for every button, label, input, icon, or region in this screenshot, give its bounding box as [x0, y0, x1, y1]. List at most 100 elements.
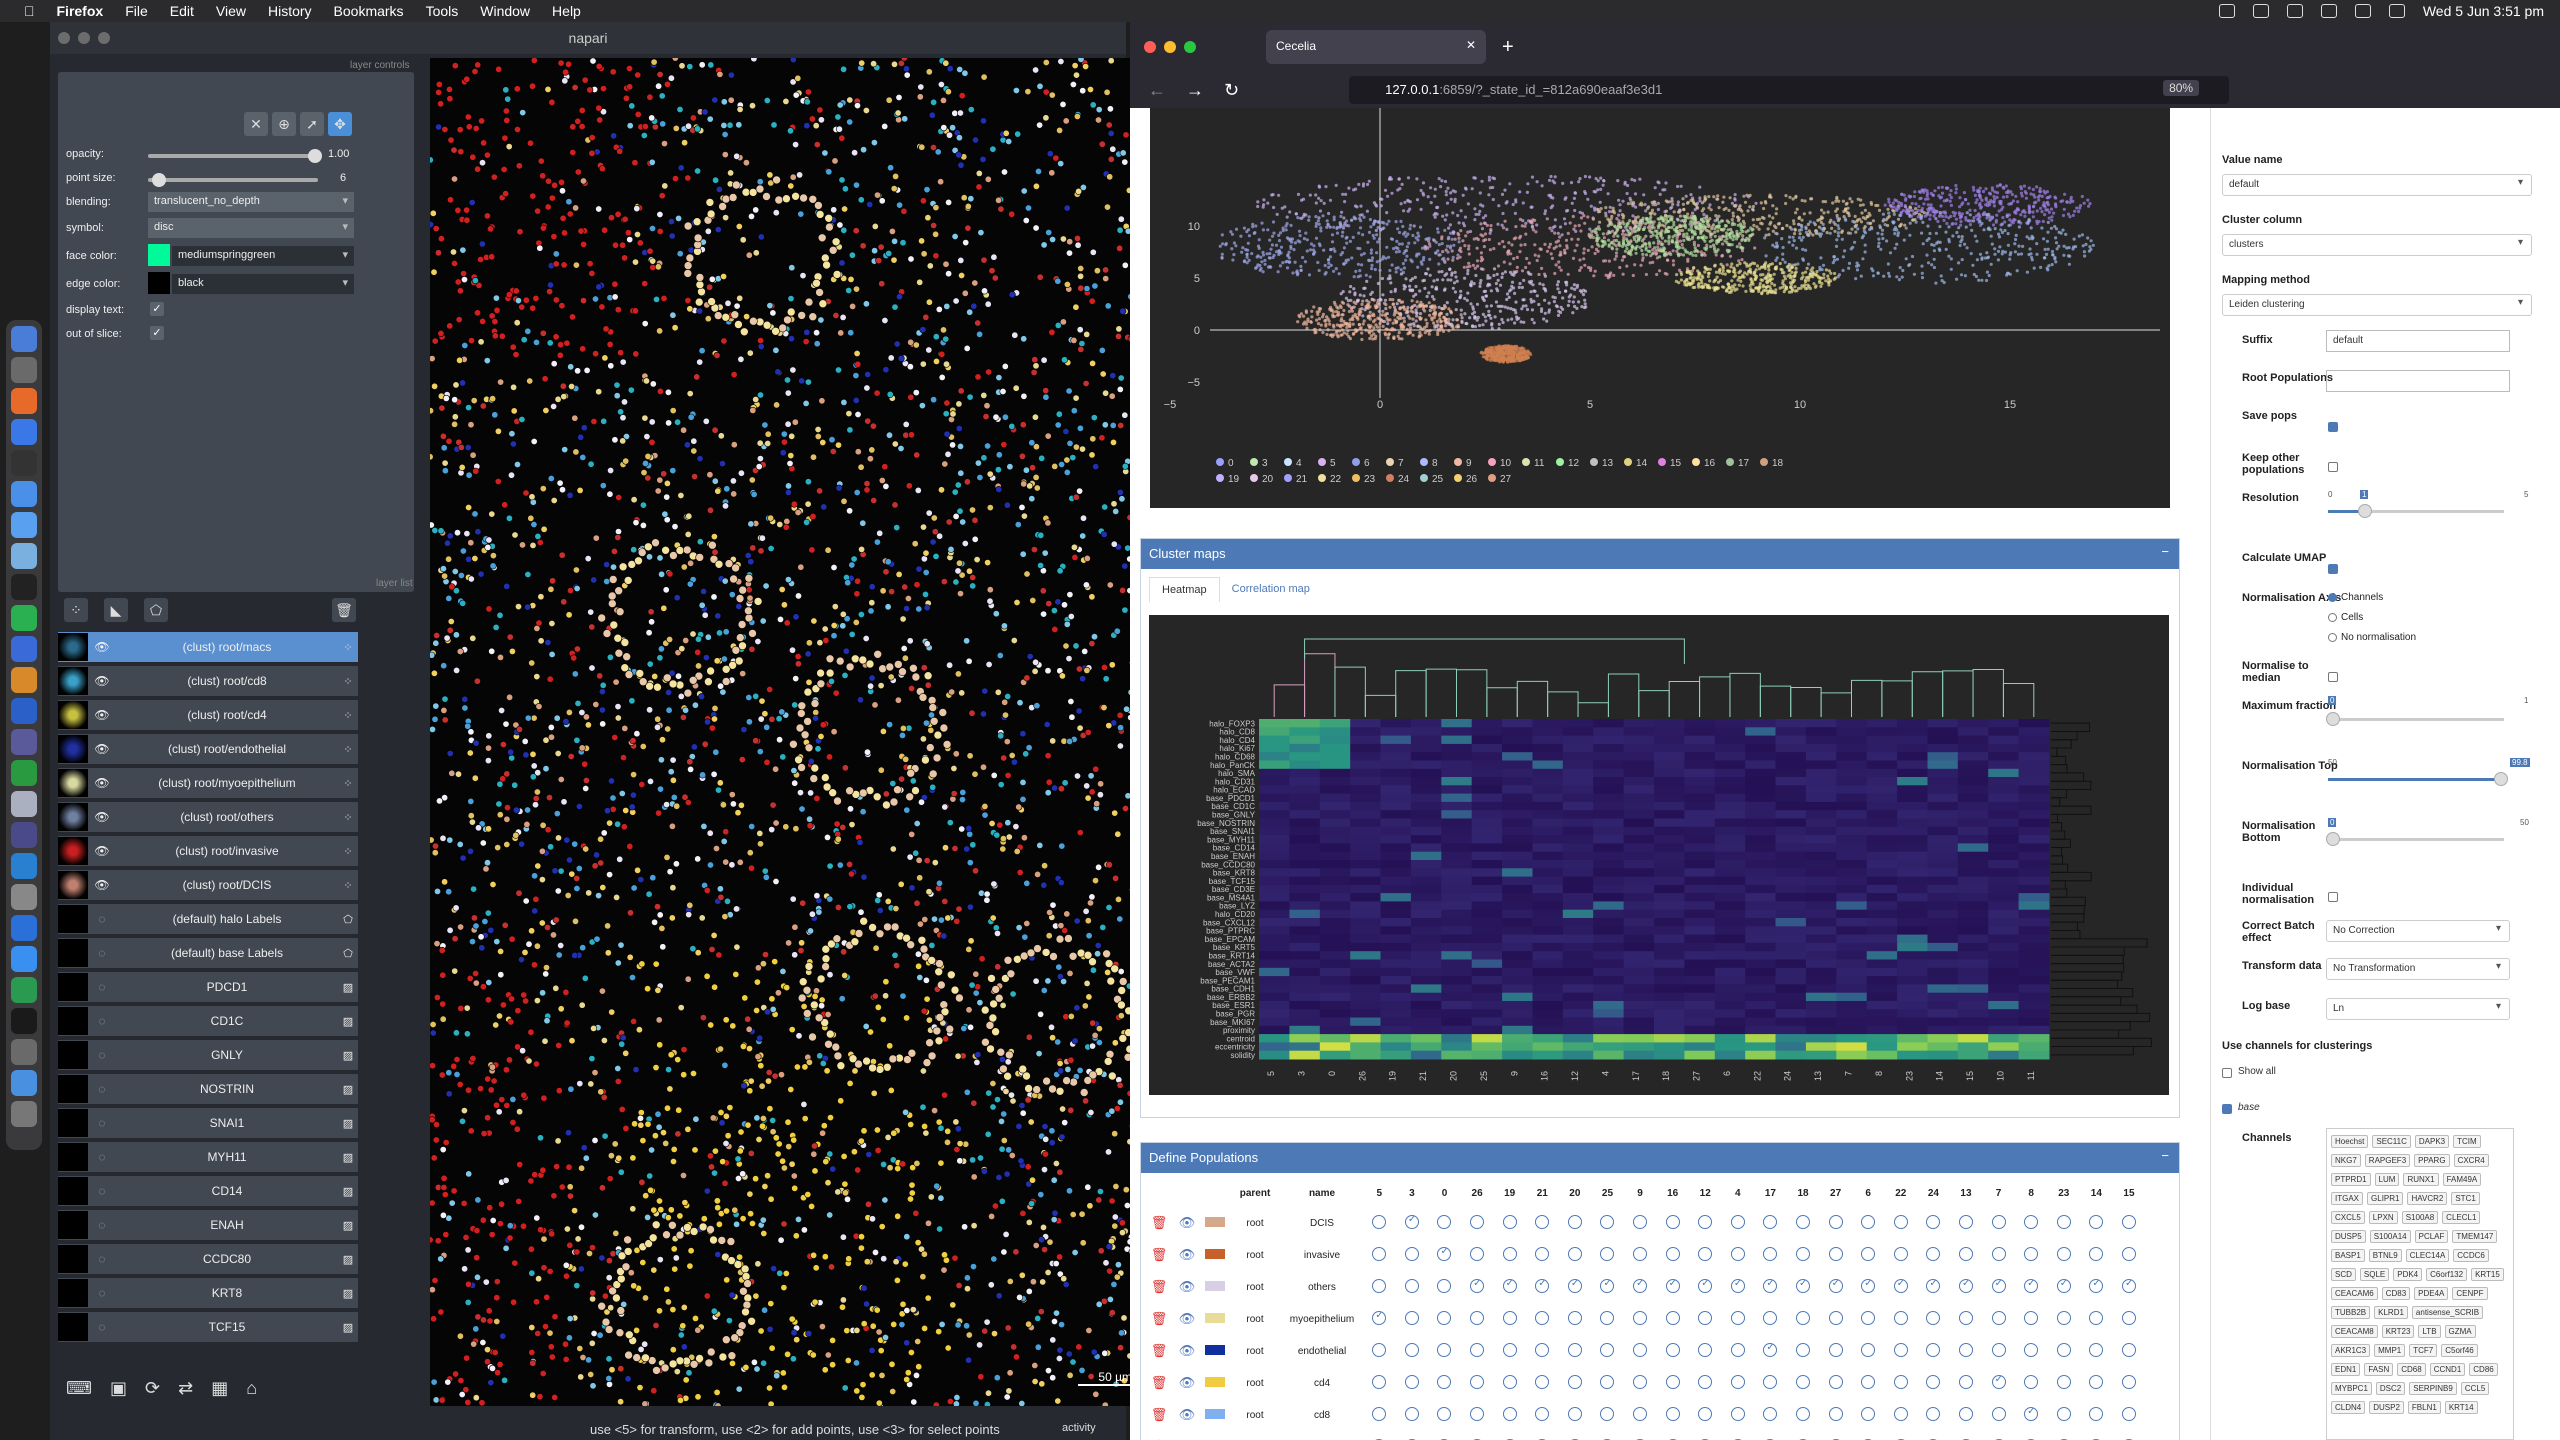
channels-list[interactable]: Hoechst SEC11C DAPK3 TCIMNKG7 RAPGEF3 PPARG CX…: [2326, 1128, 2514, 1440]
cluster-toggle[interactable]: [1372, 1406, 1387, 1421]
cluster-toggle[interactable]: [1796, 1278, 1811, 1293]
dock-app-icon[interactable]: [11, 853, 37, 879]
population-color-swatch[interactable]: [1205, 1376, 1225, 1387]
dock-app-icon[interactable]: [11, 729, 37, 755]
cluster-toggle[interactable]: [1535, 1374, 1550, 1389]
delete-points-icon[interactable]: ✕: [244, 112, 268, 136]
layer-name[interactable]: (clust) root/invasive: [116, 844, 338, 858]
norm-top-slider[interactable]: [2328, 772, 2508, 786]
channel-tag[interactable]: CXCL5: [2331, 1211, 2365, 1224]
layer-row[interactable]: ◌ SNAI1 ▨: [58, 1108, 358, 1138]
cluster-toggle[interactable]: [1926, 1278, 1941, 1293]
cluster-toggle[interactable]: [1861, 1246, 1876, 1261]
cluster-maps-header[interactable]: Cluster maps −: [1141, 539, 2179, 569]
point-size-slider-knob[interactable]: [152, 173, 166, 187]
channel-tag[interactable]: EDN1: [2331, 1363, 2361, 1376]
dock-app-icon[interactable]: [11, 791, 37, 817]
channel-tag[interactable]: PDE4A: [2414, 1287, 2449, 1300]
collapse-icon[interactable]: −: [2161, 1148, 2169, 1163]
dock-app-icon[interactable]: [11, 636, 37, 662]
channel-tag[interactable]: TCF7: [2409, 1344, 2438, 1357]
channel-tag[interactable]: DUSP5: [2331, 1230, 2366, 1243]
individual-norm-checkbox[interactable]: [2328, 892, 2338, 902]
layer-name[interactable]: GNLY: [116, 1048, 338, 1062]
cluster-toggle[interactable]: [1861, 1214, 1876, 1229]
cluster-toggle[interactable]: [2089, 1214, 2104, 1229]
layer-name[interactable]: PDCD1: [116, 980, 338, 994]
cluster-toggle[interactable]: [1730, 1406, 1745, 1421]
cluster-toggle[interactable]: [2121, 1310, 2136, 1325]
cluster-toggle[interactable]: [1698, 1406, 1713, 1421]
cluster-toggle[interactable]: [1828, 1214, 1843, 1229]
cluster-toggle[interactable]: [1600, 1214, 1615, 1229]
cluster-toggle[interactable]: [1437, 1342, 1452, 1357]
norm-axis-channels[interactable]: Channels: [2328, 592, 2383, 603]
cluster-toggle[interactable]: [1796, 1246, 1811, 1261]
cluster-toggle[interactable]: [1567, 1310, 1582, 1325]
transform-select[interactable]: No Transformation: [2326, 958, 2510, 980]
tab-correlation-map[interactable]: Correlation map: [1220, 577, 1322, 602]
dock-app-icon[interactable]: [11, 326, 37, 352]
opacity-slider[interactable]: [148, 149, 322, 163]
channel-tag[interactable]: SERPINB9: [2409, 1382, 2457, 1395]
dock-app-icon[interactable]: [11, 915, 37, 941]
dock-app-icon[interactable]: [11, 574, 37, 600]
home-icon[interactable]: ⌂: [246, 1378, 257, 1412]
channel-tag[interactable]: S100A14: [2369, 1230, 2411, 1243]
opacity-slider-knob[interactable]: [308, 149, 322, 163]
pan-zoom-icon[interactable]: ✥: [328, 112, 352, 136]
channel-tag[interactable]: TMEM147: [2452, 1230, 2498, 1243]
channel-tag[interactable]: CXCR4: [2453, 1154, 2489, 1167]
cluster-toggle[interactable]: [1437, 1406, 1452, 1421]
cluster-toggle[interactable]: [1470, 1278, 1485, 1293]
edge-color-field[interactable]: black: [172, 274, 354, 294]
channel-tag[interactable]: KRT15: [2471, 1268, 2504, 1281]
cluster-toggle[interactable]: [1470, 1246, 1485, 1261]
channel-tag[interactable]: RUNX1: [2403, 1173, 2439, 1186]
reload-icon[interactable]: ↻: [1224, 80, 1239, 101]
visibility-eye-icon[interactable]: 👁: [94, 742, 110, 756]
channel-tag[interactable]: ITGAX: [2331, 1192, 2364, 1205]
channel-tag[interactable]: LPXN: [2368, 1211, 2398, 1224]
channel-tag[interactable]: CCDC6: [2453, 1249, 2489, 1262]
cluster-toggle[interactable]: [1926, 1310, 1941, 1325]
cluster-toggle[interactable]: [1763, 1374, 1778, 1389]
wifi-icon[interactable]: [2320, 4, 2337, 18]
new-tab-icon[interactable]: +: [1502, 36, 1514, 59]
dock-app-icon[interactable]: [11, 1101, 37, 1127]
population-name[interactable]: DCIS: [1281, 1207, 1363, 1239]
dock-app-icon[interactable]: [11, 822, 37, 848]
channel-tag[interactable]: CCL5: [2460, 1382, 2490, 1395]
cluster-toggle[interactable]: [1698, 1214, 1713, 1229]
max-fraction-slider[interactable]: [2326, 712, 2504, 726]
save-pops-checkbox[interactable]: [2328, 422, 2338, 432]
cluster-toggle[interactable]: [1567, 1406, 1582, 1421]
channel-tag[interactable]: HAVCR2: [2407, 1192, 2448, 1205]
layer-row[interactable]: ◌ MYH11 ▨: [58, 1142, 358, 1172]
cluster-toggle[interactable]: [2056, 1214, 2071, 1229]
visibility-eye-icon[interactable]: 👁: [1179, 1215, 1196, 1230]
layer-row[interactable]: 👁 (clust) root/myoepithelium ⁘: [58, 768, 358, 798]
display-text-checkbox[interactable]: ✓: [150, 302, 164, 316]
channel-tag[interactable]: GLIPR1: [2367, 1192, 2404, 1205]
cluster-toggle[interactable]: [1437, 1278, 1452, 1293]
layer-row[interactable]: 👁 (clust) root/macs ⁘: [58, 632, 358, 662]
layer-name[interactable]: CCDC80: [116, 1252, 338, 1266]
base-checkbox[interactable]: [2222, 1104, 2232, 1114]
layer-name[interactable]: MYH11: [116, 1150, 338, 1164]
cluster-toggle[interactable]: [1730, 1246, 1745, 1261]
cluster-toggle[interactable]: [1763, 1406, 1778, 1421]
visibility-eye-icon[interactable]: ◌: [94, 1184, 110, 1198]
cluster-toggle[interactable]: [1567, 1214, 1582, 1229]
face-color-swatch[interactable]: [148, 244, 170, 266]
cluster-toggle[interactable]: [2024, 1214, 2039, 1229]
cluster-toggle[interactable]: [1730, 1310, 1745, 1325]
cluster-toggle[interactable]: [2089, 1374, 2104, 1389]
population-name[interactable]: cd4: [1281, 1367, 1363, 1399]
zoom-indicator[interactable]: 80%: [2163, 80, 2200, 96]
cluster-toggle[interactable]: [1991, 1278, 2006, 1293]
max-fraction-slider-knob[interactable]: [2326, 712, 2340, 726]
cluster-toggle[interactable]: [1535, 1406, 1550, 1421]
cluster-toggle[interactable]: [1698, 1278, 1713, 1293]
channel-tag[interactable]: DSC2: [2375, 1382, 2406, 1395]
